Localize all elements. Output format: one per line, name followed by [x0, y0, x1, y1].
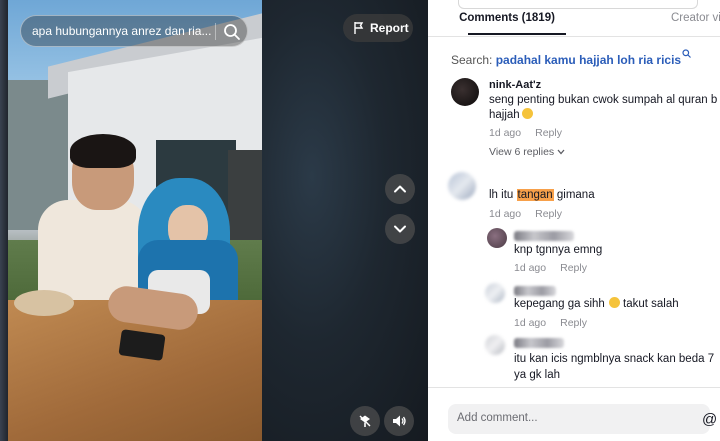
add-comment-input[interactable]: Add comment... @: [448, 404, 717, 434]
avatar[interactable]: [485, 283, 505, 303]
reply-button[interactable]: Reply: [560, 262, 587, 274]
reply-text: itu kan icis ngmblnya snack kan beda 7: [514, 353, 715, 365]
crying-emoji-icon: [608, 297, 620, 308]
search-divider: [215, 23, 216, 40]
avatar[interactable]: [485, 335, 505, 355]
comment-text: seng penting bukan cwok sumpah al quran …: [489, 94, 718, 106]
scene-man-hair: [70, 134, 136, 168]
floating-player-button[interactable]: [350, 406, 380, 436]
search-icon[interactable]: [223, 23, 241, 41]
blurred-username: [514, 231, 574, 241]
reply-time: 1d ago: [514, 317, 547, 329]
volume-icon: [393, 415, 406, 427]
view-replies-label: View 6 replies: [489, 146, 555, 158]
tab-top-frame: [458, 0, 698, 9]
floating-player-icon: [359, 415, 371, 427]
reply-button[interactable]: Reply: [535, 127, 562, 139]
flag-icon: [354, 22, 364, 34]
search-suggestion-link[interactable]: padahal kamu hajjah loh ria ricis: [496, 53, 681, 67]
search-icon: [682, 49, 692, 58]
add-comment-bar: Add comment... @: [428, 387, 720, 441]
comment-time: 1d ago: [489, 127, 522, 139]
reply-button[interactable]: Reply: [560, 317, 587, 329]
blurred-username: [514, 286, 556, 296]
search-suggestion[interactable]: Search: padahal kamu hajjah loh ria rici…: [451, 49, 692, 67]
reply-text-line2: ya gk lah: [514, 369, 561, 381]
tab-active-indicator: [468, 33, 566, 35]
search-suggestion-prefix: Search:: [451, 53, 496, 67]
comment-text-segment: hajjah: [489, 109, 520, 121]
avatar[interactable]: [451, 78, 479, 106]
report-label: Report: [370, 21, 409, 35]
video-frame[interactable]: [8, 0, 262, 441]
reply-meta: 1d ago Reply: [514, 262, 587, 274]
video-blur-left: [0, 0, 8, 441]
tab-strip: Comments (1819) Creator vid: [428, 0, 720, 37]
avatar[interactable]: [448, 172, 476, 200]
laughing-emoji-icon: [521, 108, 533, 119]
reply-text: kepegang ga sihh takut salah: [514, 296, 679, 312]
chevron-down-icon: [394, 225, 406, 233]
chevron-up-icon: [394, 185, 406, 193]
scene-plate: [14, 290, 74, 316]
add-comment-placeholder: Add comment...: [457, 412, 538, 424]
comment-text: lh itu tangan gimana: [489, 187, 595, 203]
volume-button[interactable]: [384, 406, 414, 436]
reply-text: knp tgnnya emng: [514, 244, 603, 256]
comment-time: 1d ago: [489, 208, 522, 220]
report-button[interactable]: Report: [343, 14, 413, 42]
previous-video-button[interactable]: [385, 174, 415, 204]
next-video-button[interactable]: [385, 214, 415, 244]
reply-meta: 1d ago Reply: [514, 317, 587, 329]
comment-text-segment: gimana: [553, 189, 595, 201]
mention-icon[interactable]: @: [702, 411, 717, 428]
tab-creator-videos[interactable]: Creator vid: [671, 12, 720, 24]
video-pane[interactable]: apa hubungannya anrez dan ria... Report: [0, 0, 428, 441]
comment-username[interactable]: nink-Aat'z: [489, 79, 541, 91]
chevron-down-icon: [557, 149, 565, 155]
avatar[interactable]: [487, 228, 507, 248]
reply-time: 1d ago: [514, 262, 547, 274]
view-replies-button[interactable]: View 6 replies: [489, 146, 565, 158]
comment-meta: 1d ago Reply: [489, 127, 562, 139]
comments-pane: Comments (1819) Creator vid Search: pada…: [428, 0, 720, 441]
video-search-box[interactable]: apa hubungannya anrez dan ria...: [20, 15, 248, 47]
blurred-username: [514, 338, 564, 348]
comment-text-segment: lh itu: [489, 189, 517, 201]
reply-text-segment: kepegang ga sihh: [514, 298, 605, 310]
comment-text-line2: hajjah: [489, 107, 533, 123]
comment-meta: 1d ago Reply: [489, 208, 562, 220]
reply-text-segment: takut salah: [619, 298, 679, 310]
video-search-text[interactable]: apa hubungannya anrez dan ria...: [32, 24, 212, 38]
reply-button[interactable]: Reply: [535, 208, 562, 220]
highlighted-keyword[interactable]: tangan: [516, 189, 554, 201]
